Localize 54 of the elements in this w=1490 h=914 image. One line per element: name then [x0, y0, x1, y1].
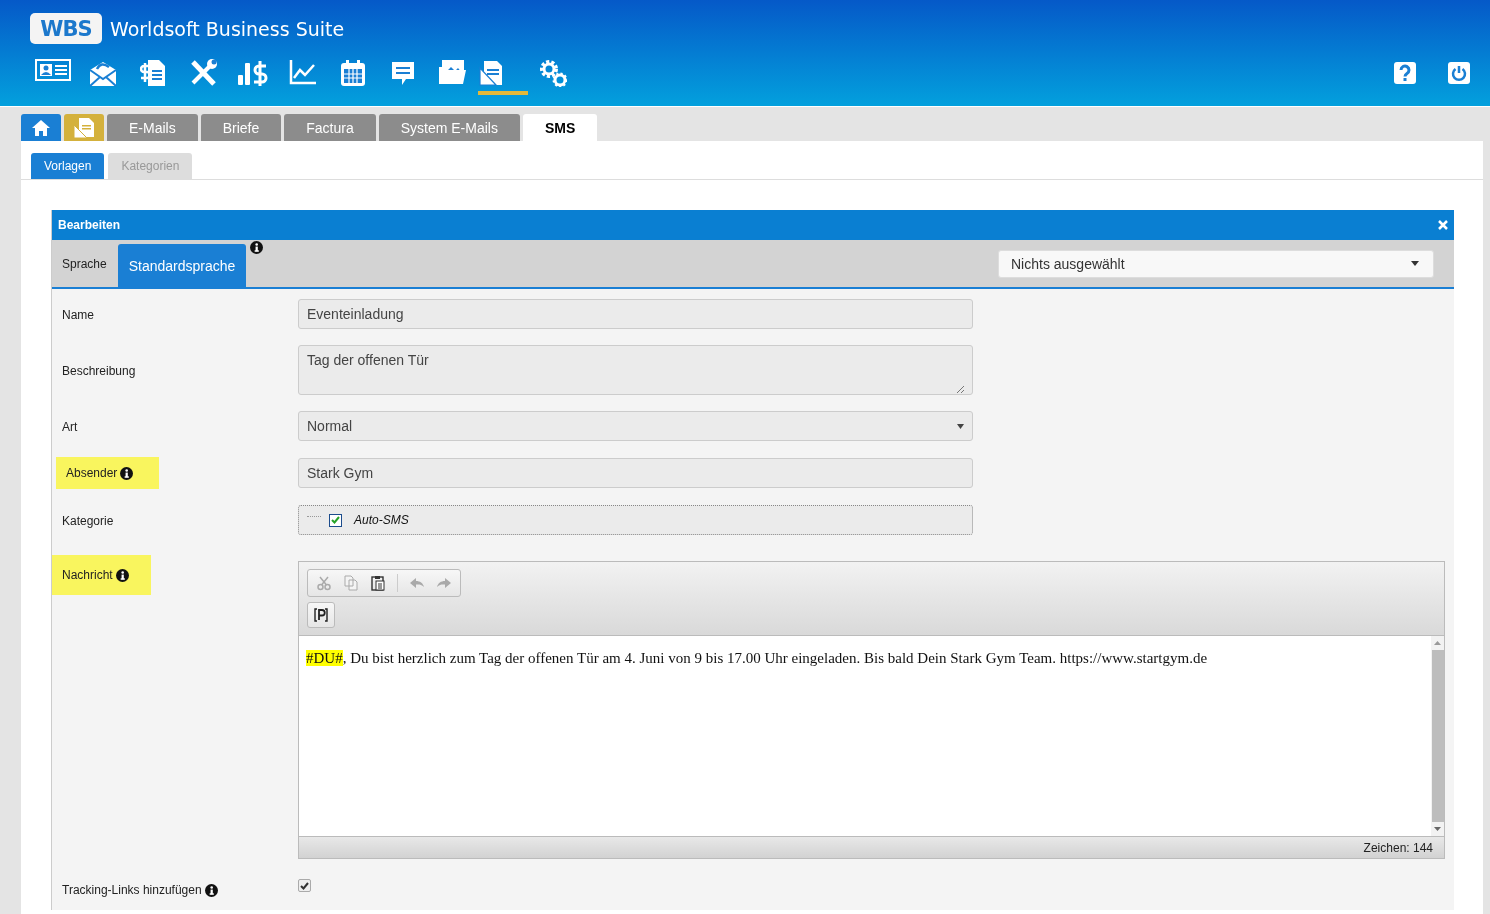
checkbox[interactable] [329, 513, 342, 527]
caret-icon [957, 423, 964, 429]
gears-icon [539, 59, 567, 87]
text-field[interactable]: Stark Gym [298, 458, 973, 488]
sub-tab[interactable]: Vorlagen [31, 153, 105, 179]
select-field[interactable]: Normal [298, 411, 973, 441]
image-folder-icon [438, 59, 468, 85]
chat-icon [390, 59, 416, 87]
document-icon [478, 59, 504, 87]
checkbox[interactable] [298, 879, 311, 892]
app-title: Worldsoft Business Suite [110, 17, 345, 40]
line-chart-icon [289, 59, 317, 85]
calendar-icon [340, 59, 366, 87]
envelope-icon [89, 59, 117, 87]
language-tab[interactable]: Standardsprache [117, 244, 247, 287]
field-label: Name [62, 308, 94, 322]
field-label: Art [62, 420, 78, 434]
paste-icon[interactable] [370, 575, 386, 591]
field-label: Nachricht [62, 568, 113, 582]
category-label[interactable]: Auto-SMS [354, 513, 409, 527]
info-icon[interactable] [115, 568, 129, 582]
field-label: Tracking-Links hinzufügen [62, 883, 202, 897]
text-area[interactable]: Tag der offenen Tür [298, 345, 973, 395]
info-icon[interactable] [120, 466, 134, 480]
power-icon[interactable] [1448, 62, 1470, 84]
placeholder-icon [313, 607, 329, 623]
resize-handle[interactable] [956, 385, 964, 393]
language-label: Sprache [62, 256, 107, 271]
message-text[interactable]: #DU#, Du bist herzlich zum Tag der offenen Tür am 4. Juni von 9 bis 17.00 Uhr eingeladen. Bis bald Dein Stark Gym Team. https://www.startgym.de [306, 650, 1208, 836]
dollar-document-icon [140, 59, 166, 87]
scrollbar[interactable] [1431, 636, 1444, 836]
scroll-down-icon[interactable] [1434, 827, 1441, 831]
language-dropdown[interactable]: Nichts ausgewählt [998, 249, 1434, 278]
home-tab[interactable] [21, 114, 61, 141]
contact-card-icon [35, 59, 71, 81]
field-label: Absender [66, 466, 118, 480]
text-field[interactable]: Eventeinladung [298, 299, 973, 329]
logo: WBS [30, 13, 102, 44]
tab[interactable]: SMS [522, 114, 598, 142]
tools-icon [189, 59, 217, 87]
help-icon[interactable] [1394, 62, 1416, 84]
scroll-up-icon[interactable] [1434, 641, 1441, 645]
placeholder-button[interactable] [307, 602, 335, 628]
info-icon[interactable] [250, 241, 264, 254]
character-counter: Zeichen: 144 [1363, 840, 1433, 855]
field-label: Beschreibung [62, 364, 136, 378]
close-icon[interactable] [1438, 220, 1448, 230]
home-icon [31, 118, 51, 137]
info-icon[interactable] [204, 883, 218, 897]
panel-title: Bearbeiten [58, 218, 121, 232]
field-label: Kategorie [62, 514, 114, 528]
document-icon [72, 116, 96, 139]
caret-icon [1411, 261, 1419, 266]
bar-chart-dollar-icon [237, 59, 269, 87]
